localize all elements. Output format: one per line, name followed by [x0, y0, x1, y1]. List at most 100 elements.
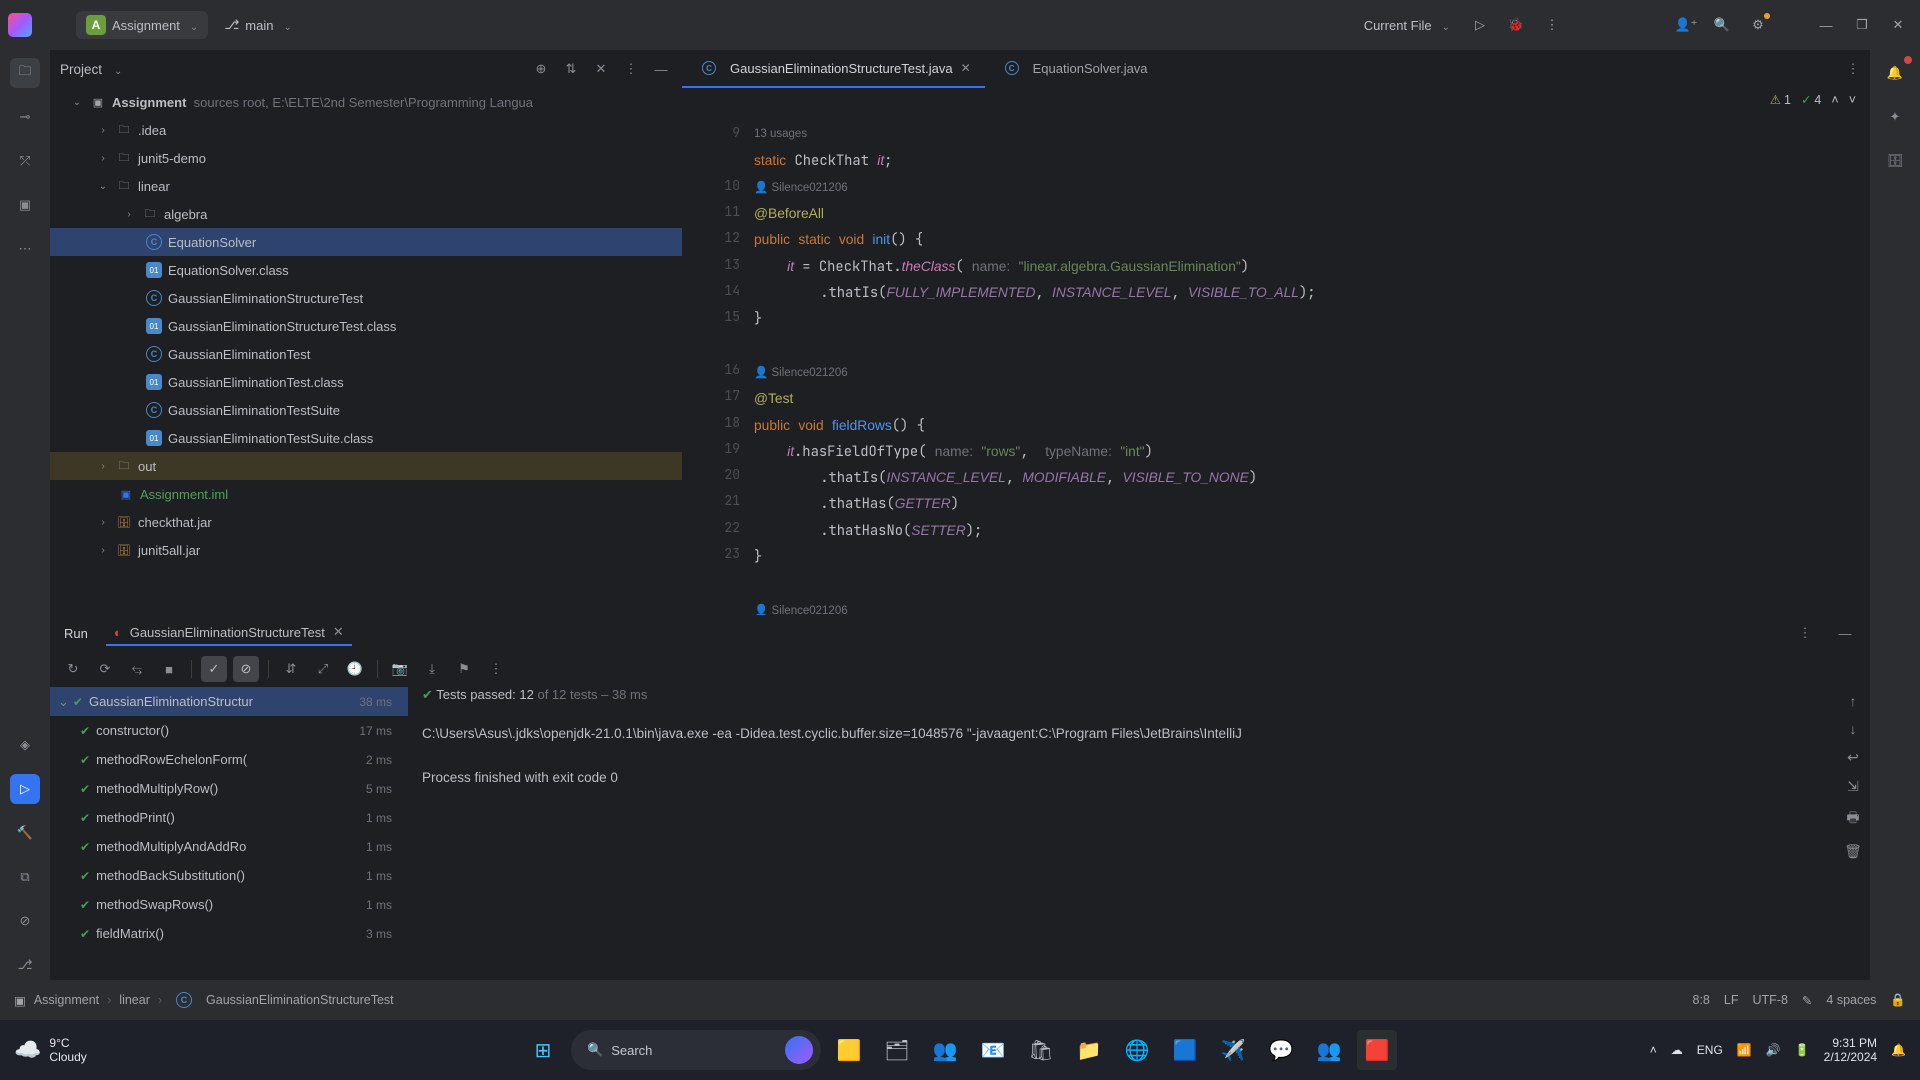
- panel-menu-icon[interactable]: ⋮: [1794, 622, 1816, 644]
- tree-node[interactable]: 01GaussianEliminationTestSuite.class: [50, 424, 682, 452]
- hamburger-menu-icon[interactable]: [40, 11, 68, 39]
- run-tool-icon[interactable]: ▷: [10, 774, 40, 804]
- export-icon[interactable]: ⤓: [419, 656, 445, 682]
- system-tray[interactable]: ˄ ☁ ENG 📶 🔊 🔋 9:31 PM 2/12/2024 🔔: [1650, 1036, 1906, 1065]
- next-highlight-icon[interactable]: ˅: [1849, 93, 1856, 107]
- test-node[interactable]: ✔methodRowEchelonForm(2 ms: [50, 745, 408, 774]
- panel-menu-icon[interactable]: ⋮: [620, 58, 642, 80]
- tree-node[interactable]: CGaussianEliminationTestSuite: [50, 396, 682, 424]
- pull-requests-icon[interactable]: ⤱: [10, 146, 40, 176]
- restore-icon[interactable]: ❐: [1848, 11, 1876, 39]
- onedrive-icon[interactable]: ☁: [1671, 1043, 1683, 1057]
- whatsapp-icon[interactable]: 💬: [1261, 1030, 1301, 1070]
- weather-widget[interactable]: ☁️ 9°C Cloudy: [14, 1036, 87, 1064]
- crumb-item[interactable]: GaussianEliminationStructureTest: [206, 993, 394, 1007]
- tree-node-linear[interactable]: ⌄🗀linear: [50, 172, 682, 200]
- project-tree[interactable]: ⌄▣ Assignment sources root, E:\ELTE\2nd …: [50, 88, 682, 615]
- vcs-branch[interactable]: ⎇ main: [216, 13, 300, 37]
- notifications-icon[interactable]: 🔔: [1891, 1043, 1906, 1057]
- soft-wrap-icon[interactable]: ↩: [1847, 749, 1859, 766]
- settings-icon[interactable]: ⚙: [1744, 11, 1772, 39]
- vscode-icon[interactable]: 🟦: [1165, 1030, 1205, 1070]
- show-ignored-icon[interactable]: ⊘: [233, 656, 259, 682]
- rerun-failed-icon[interactable]: ⟳: [92, 656, 118, 682]
- lock-icon[interactable]: 🔒: [1890, 993, 1906, 1008]
- code-with-me-icon[interactable]: 👤⁺: [1672, 11, 1700, 39]
- terminal-tool-icon[interactable]: ⧉: [10, 862, 40, 892]
- ai-assistant-icon[interactable]: ✦: [1880, 102, 1910, 132]
- clear-icon[interactable]: 🗑: [1844, 843, 1862, 860]
- chevron-down-icon[interactable]: [110, 62, 122, 77]
- tree-node-out[interactable]: ›🗀out: [50, 452, 682, 480]
- language-indicator[interactable]: ENG: [1697, 1043, 1723, 1057]
- rerun-icon[interactable]: ↻: [60, 656, 86, 682]
- tree-node-jar[interactable]: ›🗄junit5all.jar: [50, 536, 682, 564]
- build-tool-icon[interactable]: 🔨: [10, 818, 40, 848]
- print-icon[interactable]: 🖶: [1846, 807, 1859, 831]
- tab-menu-icon[interactable]: ⋮: [1842, 58, 1864, 80]
- intellij-icon[interactable]: 🟥: [1357, 1030, 1397, 1070]
- tree-node-equation-solver[interactable]: CEquationSolver: [50, 228, 682, 256]
- battery-icon[interactable]: 🔋: [1795, 1043, 1810, 1057]
- tree-node-junit5[interactable]: ›🗀junit5-demo: [50, 144, 682, 172]
- tree-node[interactable]: CGaussianEliminationTest: [50, 340, 682, 368]
- console-output[interactable]: C:\Users\Asus\.jdks\openjdk-21.0.1\bin\j…: [422, 717, 1836, 980]
- inspection-widget[interactable]: 1 4 ˄ ˅: [1770, 92, 1856, 107]
- notifications-icon[interactable]: 🔔: [1880, 58, 1910, 88]
- wifi-icon[interactable]: 📶: [1737, 1043, 1752, 1057]
- teams2-icon[interactable]: 👥: [1309, 1030, 1349, 1070]
- test-node[interactable]: ✔constructor()17 ms: [50, 716, 408, 745]
- more-tools-icon[interactable]: ⋯: [10, 234, 40, 264]
- services-icon[interactable]: ◈: [10, 730, 40, 760]
- show-passed-icon[interactable]: ✓: [201, 656, 227, 682]
- more-icon[interactable]: ⋮: [483, 656, 509, 682]
- stop-icon[interactable]: ■: [156, 656, 182, 682]
- database-tool-icon[interactable]: 🗄: [1880, 146, 1910, 176]
- sort-icon[interactable]: ⇵: [278, 656, 304, 682]
- crumb-item[interactable]: linear: [119, 993, 150, 1007]
- close-tab-icon[interactable]: ✕: [961, 61, 971, 75]
- more-actions-icon[interactable]: ⋮: [1538, 11, 1566, 39]
- outlook-icon[interactable]: 📧: [973, 1030, 1013, 1070]
- hide-panel-icon[interactable]: ―: [1834, 622, 1856, 644]
- tree-root[interactable]: ⌄▣ Assignment sources root, E:\ELTE\2nd …: [50, 88, 682, 116]
- tree-node-jar[interactable]: ›🗄checkthat.jar: [50, 508, 682, 536]
- test-node[interactable]: ✔methodMultiplyAndAddRo1 ms: [50, 832, 408, 861]
- minimize-icon[interactable]: ―: [1812, 11, 1840, 39]
- readonly-icon[interactable]: ✎: [1802, 993, 1812, 1008]
- tree-node-idea[interactable]: ›🗀.idea: [50, 116, 682, 144]
- run-config-selector[interactable]: Current File: [1356, 14, 1458, 37]
- expand-all-icon[interactable]: ⇅: [560, 58, 582, 80]
- files-icon[interactable]: 📁: [1069, 1030, 1109, 1070]
- pycharm-icon[interactable]: 🟨: [829, 1030, 869, 1070]
- test-tree[interactable]: ⌄✔GaussianEliminationStructur38 ms✔const…: [50, 687, 408, 980]
- indent[interactable]: 4 spaces: [1826, 993, 1876, 1007]
- encoding[interactable]: UTF-8: [1752, 993, 1787, 1007]
- store-icon[interactable]: 🛍: [1021, 1030, 1061, 1070]
- test-node[interactable]: ✔methodPrint()1 ms: [50, 803, 408, 832]
- explorer-icon[interactable]: 🗂: [877, 1030, 917, 1070]
- commit-tool-icon[interactable]: ⊸: [10, 102, 40, 132]
- test-node[interactable]: ✔methodMultiplyRow()5 ms: [50, 774, 408, 803]
- tray-expand-icon[interactable]: ˄: [1650, 1043, 1657, 1057]
- close-window-icon[interactable]: ✕: [1884, 11, 1912, 39]
- search-everywhere-icon[interactable]: 🔍: [1708, 11, 1736, 39]
- up-icon[interactable]: ↑: [1850, 693, 1857, 709]
- start-button[interactable]: ⊞: [523, 1030, 563, 1070]
- crumb-item[interactable]: Assignment: [34, 993, 99, 1007]
- copilot-icon[interactable]: [785, 1036, 813, 1064]
- hide-panel-icon[interactable]: ―: [650, 58, 672, 80]
- caret-position[interactable]: 8:8: [1693, 993, 1710, 1007]
- edge-icon[interactable]: 🌐: [1117, 1030, 1157, 1070]
- problems-tool-icon[interactable]: ⊘: [10, 906, 40, 936]
- tree-node[interactable]: 01GaussianEliminationTest.class: [50, 368, 682, 396]
- vcs-tool-icon[interactable]: ⎇: [10, 950, 40, 980]
- prev-highlight-icon[interactable]: ˄: [1831, 93, 1838, 107]
- taskbar-search[interactable]: 🔍 Search: [571, 1030, 821, 1070]
- toggle-auto-test-icon[interactable]: ⥃: [124, 656, 150, 682]
- debug-button[interactable]: 🐞: [1502, 11, 1530, 39]
- project-selector[interactable]: A Assignment: [76, 11, 208, 39]
- history-icon[interactable]: 🕘: [342, 656, 368, 682]
- project-tool-icon[interactable]: 🗀: [10, 58, 40, 88]
- tree-node[interactable]: CGaussianEliminationStructureTest: [50, 284, 682, 312]
